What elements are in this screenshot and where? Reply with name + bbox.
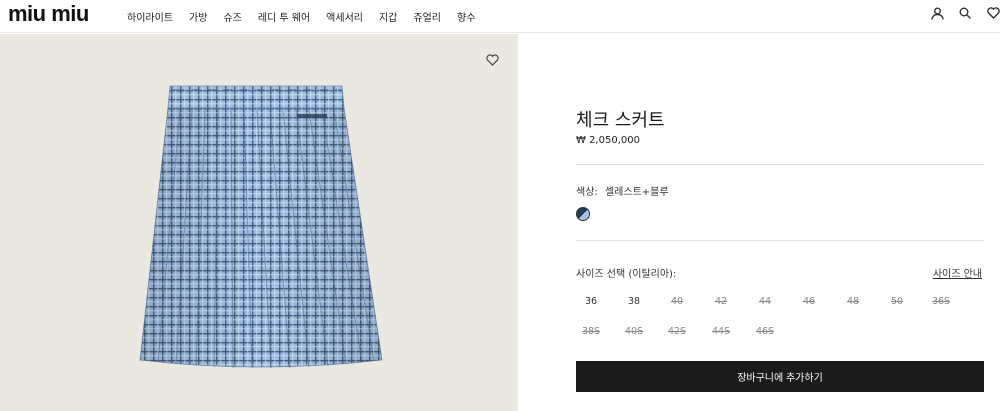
size-option-50[interactable]: 50: [882, 296, 912, 307]
color-label: 색상:: [576, 187, 598, 198]
header-icons: [916, 6, 1000, 20]
size-guide-link[interactable]: 사이즈 안내: [933, 265, 982, 280]
size-option-42s[interactable]: 42S: [662, 326, 692, 337]
color-row: 색상: 셀레스트+블루: [576, 183, 669, 198]
size-option-36s[interactable]: 36S: [926, 296, 956, 307]
main-nav: 하이라이트 가방 슈즈 레디 투 웨어 액세서리 지갑 쥬얼리 향수: [127, 9, 491, 24]
product-price: ₩ 2,050,000: [576, 135, 640, 146]
size-option-36[interactable]: 36: [576, 296, 606, 307]
product-title: 체크 스커트: [576, 110, 665, 131]
product-image: [0, 34, 518, 411]
divider: [576, 240, 984, 241]
wishlist-icon[interactable]: [986, 6, 1000, 20]
nav-item-bags[interactable]: 가방: [189, 9, 207, 24]
size-select-label: 사이즈 선택 (이탈리아):: [576, 269, 677, 280]
nav-item-wallets[interactable]: 지갑: [379, 9, 397, 24]
nav-item-highlights[interactable]: 하이라이트: [127, 9, 173, 24]
skirt-illustration: [139, 85, 383, 369]
size-option-44[interactable]: 44: [750, 296, 780, 307]
site-header: miu miu 하이라이트 가방 슈즈 레디 투 웨어 액세서리 지갑 쥬얼리 …: [0, 0, 1000, 33]
size-option-38[interactable]: 38: [619, 296, 649, 307]
account-icon[interactable]: [930, 6, 944, 20]
divider: [576, 164, 984, 165]
size-option-40s[interactable]: 40S: [619, 326, 649, 337]
size-option-46[interactable]: 46: [794, 296, 824, 307]
size-option-48[interactable]: 48: [838, 296, 868, 307]
size-option-46s[interactable]: 46S: [750, 326, 780, 337]
nav-item-ready-to-wear[interactable]: 레디 투 웨어: [258, 9, 310, 24]
nav-item-accessories[interactable]: 액세서리: [326, 9, 363, 24]
nav-item-shoes[interactable]: 슈즈: [223, 9, 241, 24]
size-option-38s[interactable]: 38S: [576, 326, 606, 337]
size-option-40[interactable]: 40: [662, 296, 692, 307]
search-icon[interactable]: [958, 6, 972, 20]
add-to-cart-button[interactable]: 장바구니에 추가하기: [576, 361, 984, 392]
color-swatch[interactable]: [576, 207, 590, 221]
nav-item-fragrance[interactable]: 향수: [457, 9, 475, 24]
brand-logo[interactable]: miu miu: [8, 3, 89, 25]
color-value: 셀레스트+블루: [604, 187, 669, 198]
nav-item-jewelry[interactable]: 쥬얼리: [413, 9, 441, 24]
wishlist-heart-icon[interactable]: [486, 51, 499, 70]
size-option-44s[interactable]: 44S: [706, 326, 736, 337]
size-option-42[interactable]: 42: [706, 296, 736, 307]
